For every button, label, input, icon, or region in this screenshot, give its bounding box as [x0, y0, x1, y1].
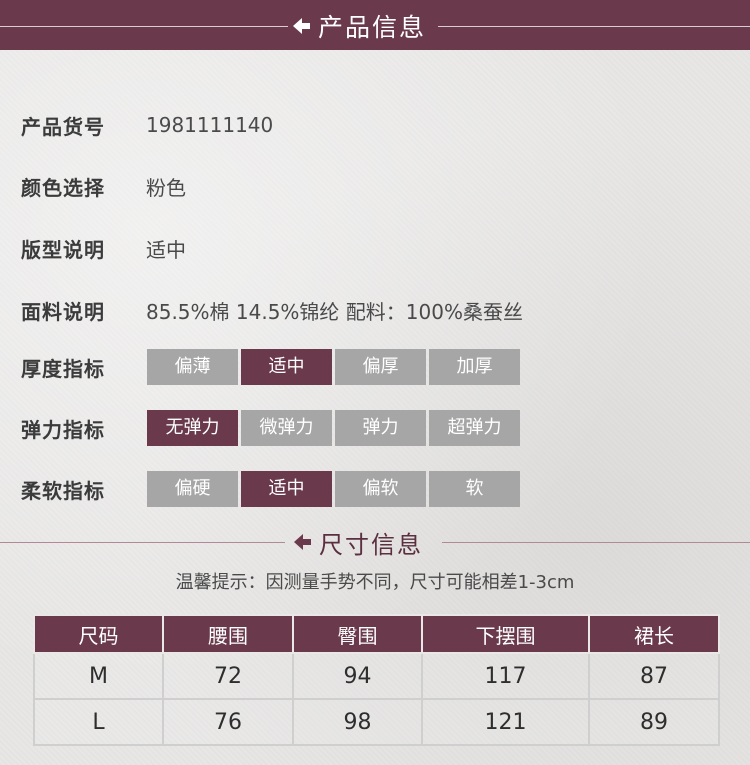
info-row-sku: 产品货号 1981111140	[21, 110, 273, 140]
softness-option: 偏硬	[147, 471, 238, 507]
info-value: 适中	[146, 237, 186, 262]
elasticity-option: 弹力	[335, 410, 426, 446]
info-row-fabric: 面料说明 85.5%棉 14.5%锦纶 配料：100%桑蚕丝	[21, 295, 523, 325]
banner-divider-left	[0, 26, 288, 27]
table-cell: 94	[292, 652, 423, 700]
table-cell: 72	[162, 652, 294, 700]
product-info-banner: 产品信息	[0, 0, 750, 50]
table-row: L 76 98 121 89	[33, 698, 720, 746]
size-table: 尺码 腰围 臀围 下摆围 裙长 M 72 94 117 87 L 76 98 1…	[33, 614, 720, 746]
elasticity-option: 微弹力	[241, 410, 332, 446]
thickness-option: 偏薄	[147, 349, 238, 385]
elasticity-options: 无弹力 微弹力 弹力 超弹力	[147, 410, 520, 446]
table-cell: 121	[421, 698, 590, 746]
size-divider-right	[442, 542, 750, 543]
size-info-header: 尺寸信息	[0, 522, 750, 562]
scale-label: 厚度指标	[21, 356, 105, 381]
scale-row-elasticity: 弹力指标 无弹力 微弹力 弹力 超弹力	[21, 410, 520, 446]
softness-option-selected: 适中	[241, 471, 332, 507]
info-row-fit: 版型说明 适中	[21, 233, 186, 263]
table-cell: L	[33, 698, 164, 746]
table-cell: 117	[421, 652, 590, 700]
elasticity-option-selected: 无弹力	[147, 410, 238, 446]
size-info-title-text: 尺寸信息	[319, 530, 423, 559]
table-row: M 72 94 117 87	[33, 652, 720, 700]
scale-label: 柔软指标	[21, 478, 105, 503]
size-info-title: 尺寸信息	[293, 522, 423, 562]
arrow-left-icon	[293, 18, 310, 34]
thickness-option-selected: 适中	[241, 349, 332, 385]
arrow-left-icon	[294, 534, 311, 550]
table-cell: 76	[162, 698, 294, 746]
size-tip: 温馨提示：因测量手势不同，尺寸可能相差1-3cm	[175, 572, 575, 593]
info-value: 85.5%棉 14.5%锦纶 配料：100%桑蚕丝	[146, 299, 523, 324]
product-info-title: 产品信息	[292, 6, 426, 46]
info-value: 粉色	[146, 175, 186, 200]
table-cell: 87	[588, 652, 720, 700]
product-info-title-text: 产品信息	[318, 13, 427, 42]
table-cell: 98	[292, 698, 423, 746]
size-table-header: 尺码 腰围 臀围 下摆围 裙长	[33, 614, 720, 654]
thickness-option: 偏厚	[335, 349, 426, 385]
info-label: 颜色选择	[21, 175, 105, 200]
info-value: 1981111140	[146, 113, 274, 137]
banner-divider-right	[438, 26, 750, 27]
scale-label: 弹力指标	[21, 417, 105, 442]
thickness-options: 偏薄 适中 偏厚 加厚	[147, 349, 520, 385]
column-header: 尺码	[33, 614, 164, 654]
softness-option: 偏软	[335, 471, 426, 507]
size-divider-left	[0, 542, 285, 543]
column-header: 裙长	[588, 614, 720, 654]
table-cell: 89	[588, 698, 720, 746]
softness-options: 偏硬 适中 偏软 软	[147, 471, 520, 507]
column-header: 下摆围	[421, 614, 590, 654]
info-label: 版型说明	[21, 237, 105, 262]
column-header: 腰围	[162, 614, 294, 654]
info-label: 面料说明	[21, 299, 105, 324]
info-label: 产品货号	[21, 114, 105, 139]
info-row-color: 颜色选择 粉色	[21, 171, 186, 201]
elasticity-option: 超弹力	[429, 410, 520, 446]
softness-option: 软	[429, 471, 520, 507]
scale-row-softness: 柔软指标 偏硬 适中 偏软 软	[21, 471, 520, 507]
table-cell: M	[33, 652, 164, 700]
scale-row-thickness: 厚度指标 偏薄 适中 偏厚 加厚	[21, 349, 520, 385]
thickness-option: 加厚	[429, 349, 520, 385]
column-header: 臀围	[292, 614, 423, 654]
